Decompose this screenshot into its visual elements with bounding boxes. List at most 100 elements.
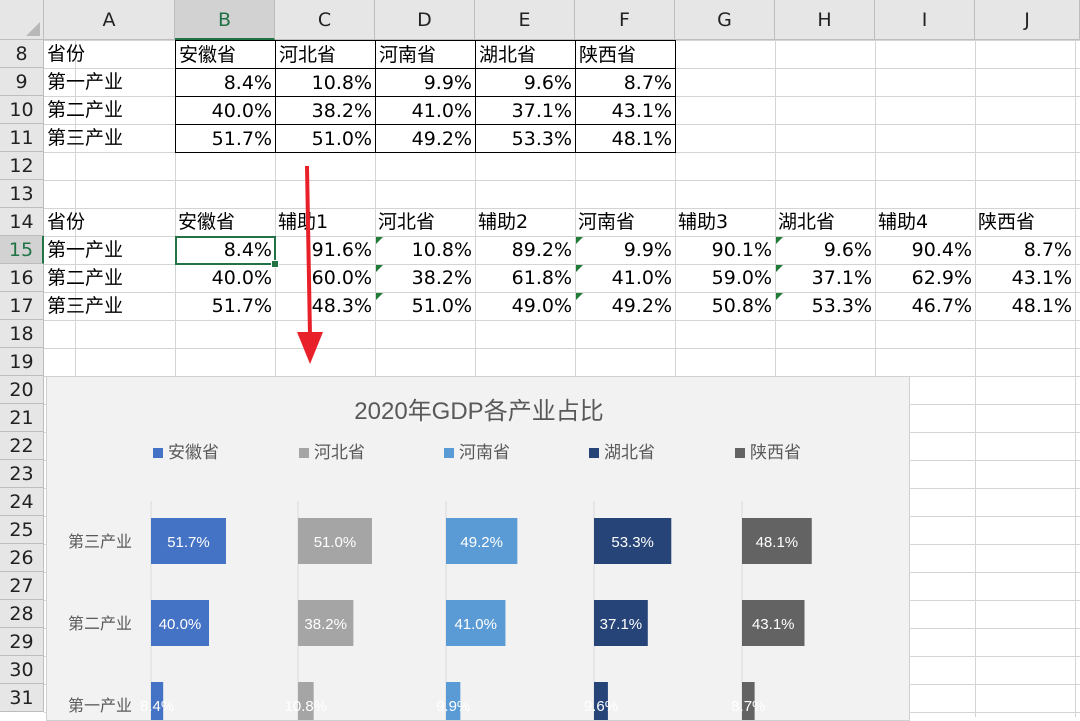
table1-value-cell[interactable]: 51.7% (175, 124, 276, 153)
table1-value-cell[interactable]: 43.1% (575, 96, 676, 125)
table1-header-cell[interactable]: 河北省 (275, 40, 376, 69)
table2-value-cell[interactable]: 43.1% (975, 264, 1075, 292)
chart-area[interactable]: 2020年GDP各产业占比 安徽省 河北省 河南省 湖北省 陕西省 第三产业 第二产业 第一产业… (46, 376, 910, 721)
table1-value-cell[interactable]: 8.4% (175, 68, 276, 97)
table2-value-cell[interactable]: 60.0% (275, 264, 375, 292)
table2-value-cell[interactable]: 40.0% (175, 264, 275, 292)
row-header-26[interactable]: 26 (0, 544, 44, 572)
table1-header-cell[interactable]: 河南省 (375, 40, 476, 69)
table1-row-label[interactable]: 第一产业 (44, 68, 175, 96)
table2-value-cell[interactable]: 49.0% (475, 292, 575, 320)
table1-value-cell[interactable]: 8.7% (575, 68, 676, 97)
table2-value-cell[interactable]: 62.9% (875, 264, 975, 292)
row-header-19[interactable]: 19 (0, 348, 44, 376)
table2-header-cell[interactable]: 安徽省 (175, 208, 275, 236)
column-header-h[interactable]: H (775, 0, 875, 40)
active-cell-b15[interactable] (175, 236, 276, 265)
row-header-16[interactable]: 16 (0, 264, 44, 292)
row-header-24[interactable]: 24 (0, 488, 44, 516)
row-header-17[interactable]: 17 (0, 292, 44, 320)
table1-value-cell[interactable]: 38.2% (275, 96, 376, 125)
table1-header-cell[interactable]: 陕西省 (575, 40, 676, 69)
row-header-12[interactable]: 12 (0, 152, 44, 180)
table2-value-cell[interactable]: 53.3% (775, 292, 875, 320)
table2-value-cell[interactable]: 49.2% (575, 292, 675, 320)
row-header-15[interactable]: 15 (0, 236, 44, 264)
row-header-28[interactable]: 28 (0, 600, 44, 628)
table2-header-cell[interactable]: 河南省 (575, 208, 675, 236)
row-header-9[interactable]: 9 (0, 68, 44, 96)
table2-value-cell[interactable]: 9.6% (775, 236, 875, 264)
table2-value-cell[interactable]: 59.0% (675, 264, 775, 292)
table2-value-cell[interactable]: 9.9% (575, 236, 675, 264)
table1-row-label[interactable]: 第二产业 (44, 96, 175, 124)
table2-row-label[interactable]: 第一产业 (44, 236, 175, 264)
table2-value-cell[interactable]: 51.0% (375, 292, 475, 320)
column-header-f[interactable]: F (575, 0, 675, 40)
table2-row-label[interactable]: 第二产业 (44, 264, 175, 292)
table1-value-cell[interactable]: 41.0% (375, 96, 476, 125)
table2-header-cell[interactable]: 省份 (44, 208, 175, 236)
table1-header-cell[interactable]: 安徽省 (175, 40, 276, 69)
table1-row-label[interactable]: 第三产业 (44, 124, 175, 152)
row-header-18[interactable]: 18 (0, 320, 44, 348)
table2-value-cell[interactable]: 90.4% (875, 236, 975, 264)
column-header-c[interactable]: C (275, 0, 375, 40)
table2-value-cell[interactable]: 50.8% (675, 292, 775, 320)
table1-value-cell[interactable]: 49.2% (375, 124, 476, 153)
table2-value-cell[interactable]: 90.1% (675, 236, 775, 264)
table2-value-cell[interactable]: 61.8% (475, 264, 575, 292)
fill-handle[interactable] (271, 260, 279, 268)
table1-value-cell[interactable]: 51.0% (275, 124, 376, 153)
row-header-11[interactable]: 11 (0, 124, 44, 152)
table1-header-cell[interactable]: 省份 (44, 40, 175, 68)
table2-value-cell[interactable]: 38.2% (375, 264, 475, 292)
row-header-13[interactable]: 13 (0, 180, 44, 208)
table1-value-cell[interactable]: 40.0% (175, 96, 276, 125)
row-header-29[interactable]: 29 (0, 628, 44, 656)
column-header-b[interactable]: B (175, 0, 275, 40)
table2-value-cell[interactable]: 8.7% (975, 236, 1075, 264)
table1-value-cell[interactable]: 9.9% (375, 68, 476, 97)
column-header-a[interactable]: A (44, 0, 175, 40)
table2-value-cell[interactable]: 51.7% (175, 292, 275, 320)
table1-value-cell[interactable]: 53.3% (475, 124, 576, 153)
row-header-31[interactable]: 31 (0, 684, 44, 712)
column-header-g[interactable]: G (675, 0, 775, 40)
table2-row-label[interactable]: 第三产业 (44, 292, 175, 320)
column-header-e[interactable]: E (475, 0, 575, 40)
column-header-i[interactable]: I (875, 0, 975, 40)
table1-value-cell[interactable]: 37.1% (475, 96, 576, 125)
table1-value-cell[interactable]: 9.6% (475, 68, 576, 97)
table2-value-cell[interactable]: 46.7% (875, 292, 975, 320)
row-header-23[interactable]: 23 (0, 460, 44, 488)
row-header-14[interactable]: 14 (0, 208, 44, 236)
table2-header-cell[interactable]: 辅助2 (475, 208, 575, 236)
column-header-d[interactable]: D (375, 0, 475, 40)
table2-header-cell[interactable]: 河北省 (375, 208, 475, 236)
row-header-22[interactable]: 22 (0, 432, 44, 460)
table2-value-cell[interactable]: 48.3% (275, 292, 375, 320)
table2-header-cell[interactable]: 湖北省 (775, 208, 875, 236)
row-header-25[interactable]: 25 (0, 516, 44, 544)
table2-value-cell[interactable]: 48.1% (975, 292, 1075, 320)
select-all-corner[interactable] (0, 0, 44, 40)
table2-header-cell[interactable]: 辅助4 (875, 208, 975, 236)
column-header-j[interactable]: J (975, 0, 1080, 40)
row-header-20[interactable]: 20 (0, 376, 44, 404)
row-header-8[interactable]: 8 (0, 40, 44, 68)
table1-header-cell[interactable]: 湖北省 (475, 40, 576, 69)
table2-value-cell[interactable]: 10.8% (375, 236, 475, 264)
table2-value-cell[interactable]: 37.1% (775, 264, 875, 292)
table1-value-cell[interactable]: 48.1% (575, 124, 676, 153)
table2-value-cell[interactable]: 89.2% (475, 236, 575, 264)
table2-header-cell[interactable]: 辅助1 (275, 208, 375, 236)
row-header-30[interactable]: 30 (0, 656, 44, 684)
table1-value-cell[interactable]: 10.8% (275, 68, 376, 97)
table2-value-cell[interactable]: 41.0% (575, 264, 675, 292)
table2-value-cell[interactable]: 91.6% (275, 236, 375, 264)
row-header-27[interactable]: 27 (0, 572, 44, 600)
table2-header-cell[interactable]: 陕西省 (975, 208, 1075, 236)
row-header-10[interactable]: 10 (0, 96, 44, 124)
table2-header-cell[interactable]: 辅助3 (675, 208, 775, 236)
